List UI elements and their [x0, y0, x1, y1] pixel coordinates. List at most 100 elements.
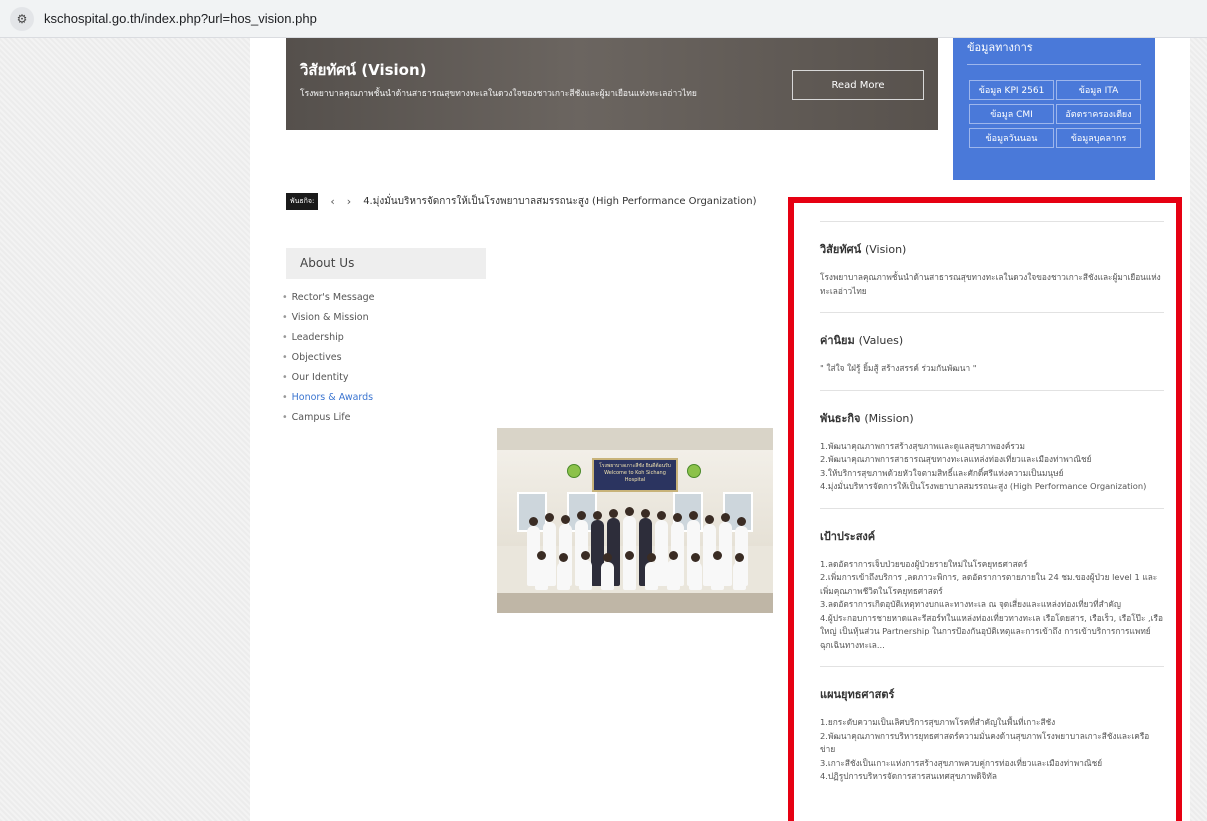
section-line: 1.พัฒนาคุณภาพการสร้างสุขภาพและดูแลสุขภาพ…: [820, 440, 1025, 451]
photo-person: [733, 553, 746, 590]
menu-item-label[interactable]: Objectives: [292, 352, 342, 363]
about-us-menu: • Rector's Message • Vision & Mission • Lea…: [282, 291, 375, 431]
photo-person: [645, 553, 658, 590]
photo-person: [667, 551, 680, 590]
photo-person: [623, 551, 636, 590]
page-content: วิสัยทัศน์ (Vision) โรงพยาบาลคุณภาพชั้นน…: [250, 38, 1190, 821]
section-goals: เป้าประสงค์ 1.ลดอัตราการเจ็บป่วยของผู้ป่…: [820, 509, 1164, 667]
ita-button[interactable]: ข้อมูล ITA: [1056, 80, 1141, 100]
section-title-th: พันธะกิจ: [820, 411, 861, 425]
section-mission: พันธะกิจ (Mission) 1.พัฒนาคุณภาพการสร้าง…: [820, 391, 1164, 509]
menu-item-label[interactable]: Leadership: [292, 332, 344, 343]
smiley-icon: [687, 464, 701, 478]
photo-person: [557, 553, 570, 590]
section-line: " ใส่ใจ ใฝ่รู้ ยิ้มสู้ สร้างสรรค์ ร่วมกั…: [820, 363, 977, 373]
photo-person: [711, 551, 724, 590]
infobox-title: ข้อมูลทางการ: [967, 41, 1033, 54]
smiley-icon: [567, 464, 581, 478]
menu-item-objectives[interactable]: • Objectives: [282, 351, 375, 371]
section-strategy: แผนยุทธศาสตร์ 1.ยกระดับความเป็นเลิศบริกา…: [820, 667, 1164, 798]
section-line: 3.เกาะสีชังเป็นเกาะแห่งการสร้างสุขภาพควบ…: [820, 757, 1103, 768]
section-line: 2.พัฒนาคุณภาพการบริหารยุทธศาสตร์ความมั่น…: [820, 730, 1150, 755]
bullet-icon: •: [282, 332, 288, 343]
patient-days-button[interactable]: ข้อมูลวันนอน: [969, 128, 1054, 148]
menu-item-rectors-message[interactable]: • Rector's Message: [282, 291, 375, 311]
about-us-title: About Us: [300, 256, 355, 270]
read-more-button[interactable]: Read More: [792, 70, 924, 100]
infobox-divider: [967, 64, 1141, 65]
section-values: ค่านิยม (Values) " ใส่ใจ ใฝ่รู้ ยิ้มสู้ …: [820, 313, 1164, 391]
section-line: 2.เพิ่มการเข้าถึงบริการ ,ลดภาวะพิการ, ลด…: [820, 572, 1158, 596]
section-vision: วิสัยทัศน์ (Vision) โรงพยาบาลคุณภาพชั้นน…: [820, 222, 1164, 313]
section-line: 4.ปฏิรูปการบริหารจัดการสารสนเทศสุขภาพดิจ…: [820, 771, 997, 781]
section-title-en: (Vision): [864, 243, 907, 256]
photo-person: [535, 551, 548, 590]
section-title: แผนยุทธศาสตร์: [820, 685, 1164, 703]
section-line: 4.ผู้ประกอบการชายหาดและรีสอร์ทในแหล่งท่อ…: [820, 612, 1163, 650]
photo-person: [601, 553, 614, 590]
ticker-label: พันธกิจ:: [286, 192, 319, 210]
site-settings-icon[interactable]: ⚙: [10, 6, 34, 31]
menu-item-label[interactable]: Campus Life: [292, 412, 351, 423]
section-line: 3.ลดอัตราการเกิดอุบัติเหตุทางบกและทางทะเ…: [820, 599, 1121, 609]
section-line: 3.ให้บริการสุขภาพด้วยหัวใจตามสิทธิ์และศั…: [820, 467, 1064, 478]
menu-item-label[interactable]: Honors & Awards: [292, 392, 374, 403]
bed-occupancy-button[interactable]: อัตตราครองเตียง: [1056, 104, 1141, 124]
mission-ticker: พันธกิจ: ‹ › 4.มุ่งมั่นบริหารจัดการให้เป…: [286, 192, 757, 210]
menu-item-our-identity[interactable]: • Our Identity: [282, 371, 375, 391]
hospital-staff-photo: โรงพยาบาลเกาะสีชัง ยินดีต้อนรับ Welcome …: [497, 428, 773, 613]
panel-content: วิสัยทัศน์ (Vision) โรงพยาบาลคุณภาพชั้นน…: [820, 221, 1164, 798]
ticker-text[interactable]: 4.มุ่งมั่นบริหารจัดการให้เป็นโรงพยาบาลสม…: [363, 194, 756, 209]
menu-item-label[interactable]: Our Identity: [292, 372, 349, 383]
url-text[interactable]: kschospital.go.th/index.php?url=hos_visi…: [44, 11, 317, 26]
section-title: วิสัยทัศน์ (Vision): [820, 240, 1164, 258]
section-title-th: เป้าประสงค์: [820, 529, 876, 543]
menu-item-label[interactable]: Rector's Message: [292, 292, 375, 303]
section-body: 1.ลดอัตราการเจ็บป่วยของผู้ป่วยรายใหม่ในโ…: [820, 558, 1164, 653]
kpi-2561-button[interactable]: ข้อมูล KPI 2561: [969, 80, 1054, 100]
menu-item-leadership[interactable]: • Leadership: [282, 331, 375, 351]
menu-item-campus-life[interactable]: • Campus Life: [282, 411, 375, 431]
section-title-en: (Values): [858, 334, 904, 347]
menu-item-label[interactable]: Vision & Mission: [292, 312, 369, 323]
section-line: โรงพยาบาลคุณภาพชั้นนำด้านสาธารณสุขทางทะเ…: [820, 272, 1161, 296]
photo-sign-text: โรงพยาบาลเกาะสีชัง ยินดีต้อนรับ Welcome …: [599, 463, 671, 483]
section-title-en: (Mission): [864, 411, 914, 425]
bullet-icon: •: [282, 392, 288, 403]
about-us-header: About Us: [286, 248, 486, 279]
bullet-icon: •: [282, 352, 288, 363]
personnel-button[interactable]: ข้อมูลบุคลากร: [1056, 128, 1141, 148]
hero-subtitle: โรงพยาบาลคุณภาพชั้นนำด้านสาธารณสุขทางทะเ…: [300, 89, 697, 99]
photo-person: [579, 551, 592, 590]
bullet-icon: •: [282, 372, 288, 383]
ticker-prev-icon[interactable]: ‹: [330, 195, 334, 208]
section-body: " ใส่ใจ ใฝ่รู้ ยิ้มสู้ สร้างสรรค์ ร่วมกั…: [820, 362, 1164, 376]
photo-staff-group: [527, 507, 757, 608]
bullet-icon: •: [282, 292, 288, 303]
section-line: 2.พัฒนาคุณภาพการสาธารณสุขทางทะเลแหล่งท่อ…: [820, 454, 1092, 464]
page-background-right: [1190, 38, 1207, 821]
section-line: 1.ลดอัตราการเจ็บป่วยของผู้ป่วยรายใหม่ในโ…: [820, 558, 1028, 569]
page-background-left: [0, 38, 250, 821]
section-body: 1.พัฒนาคุณภาพการสร้างสุขภาพและดูแลสุขภาพ…: [820, 440, 1164, 494]
section-title-th: วิสัยทัศน์: [820, 243, 862, 256]
section-title-th: แผนยุทธศาสตร์: [820, 688, 895, 701]
section-title: พันธะกิจ (Mission): [820, 409, 1164, 427]
section-line: 1.ยกระดับความเป็นเลิศบริการสุขภาพโรคที่ส…: [820, 717, 1056, 727]
section-title-th: ค่านิยม: [820, 334, 855, 347]
ticker-next-icon[interactable]: ›: [347, 195, 351, 208]
menu-item-vision-mission[interactable]: • Vision & Mission: [282, 311, 375, 331]
section-title: ค่านิยม (Values): [820, 331, 1164, 349]
bullet-icon: •: [282, 412, 288, 423]
section-title: เป้าประสงค์: [820, 527, 1164, 545]
vision-hero-banner: วิสัยทัศน์ (Vision) โรงพยาบาลคุณภาพชั้นน…: [286, 38, 938, 130]
menu-item-honors-awards[interactable]: • Honors & Awards: [282, 391, 375, 411]
official-info-box: ข้อมูลทางการ ข้อมูล KPI 2561 ข้อมูล ITA …: [953, 38, 1155, 180]
section-line: 4.มุ่งมั่นบริหารจัดการให้เป็นโรงพยาบาลสม…: [820, 481, 1147, 491]
photo-person: [689, 553, 702, 590]
bullet-icon: •: [282, 312, 288, 323]
photo-roof: [497, 428, 773, 450]
section-body: 1.ยกระดับความเป็นเลิศบริการสุขภาพโรคที่ส…: [820, 716, 1164, 784]
browser-address-bar[interactable]: ⚙ kschospital.go.th/index.php?url=hos_vi…: [0, 0, 1207, 38]
cmi-button[interactable]: ข้อมูล CMI: [969, 104, 1054, 124]
